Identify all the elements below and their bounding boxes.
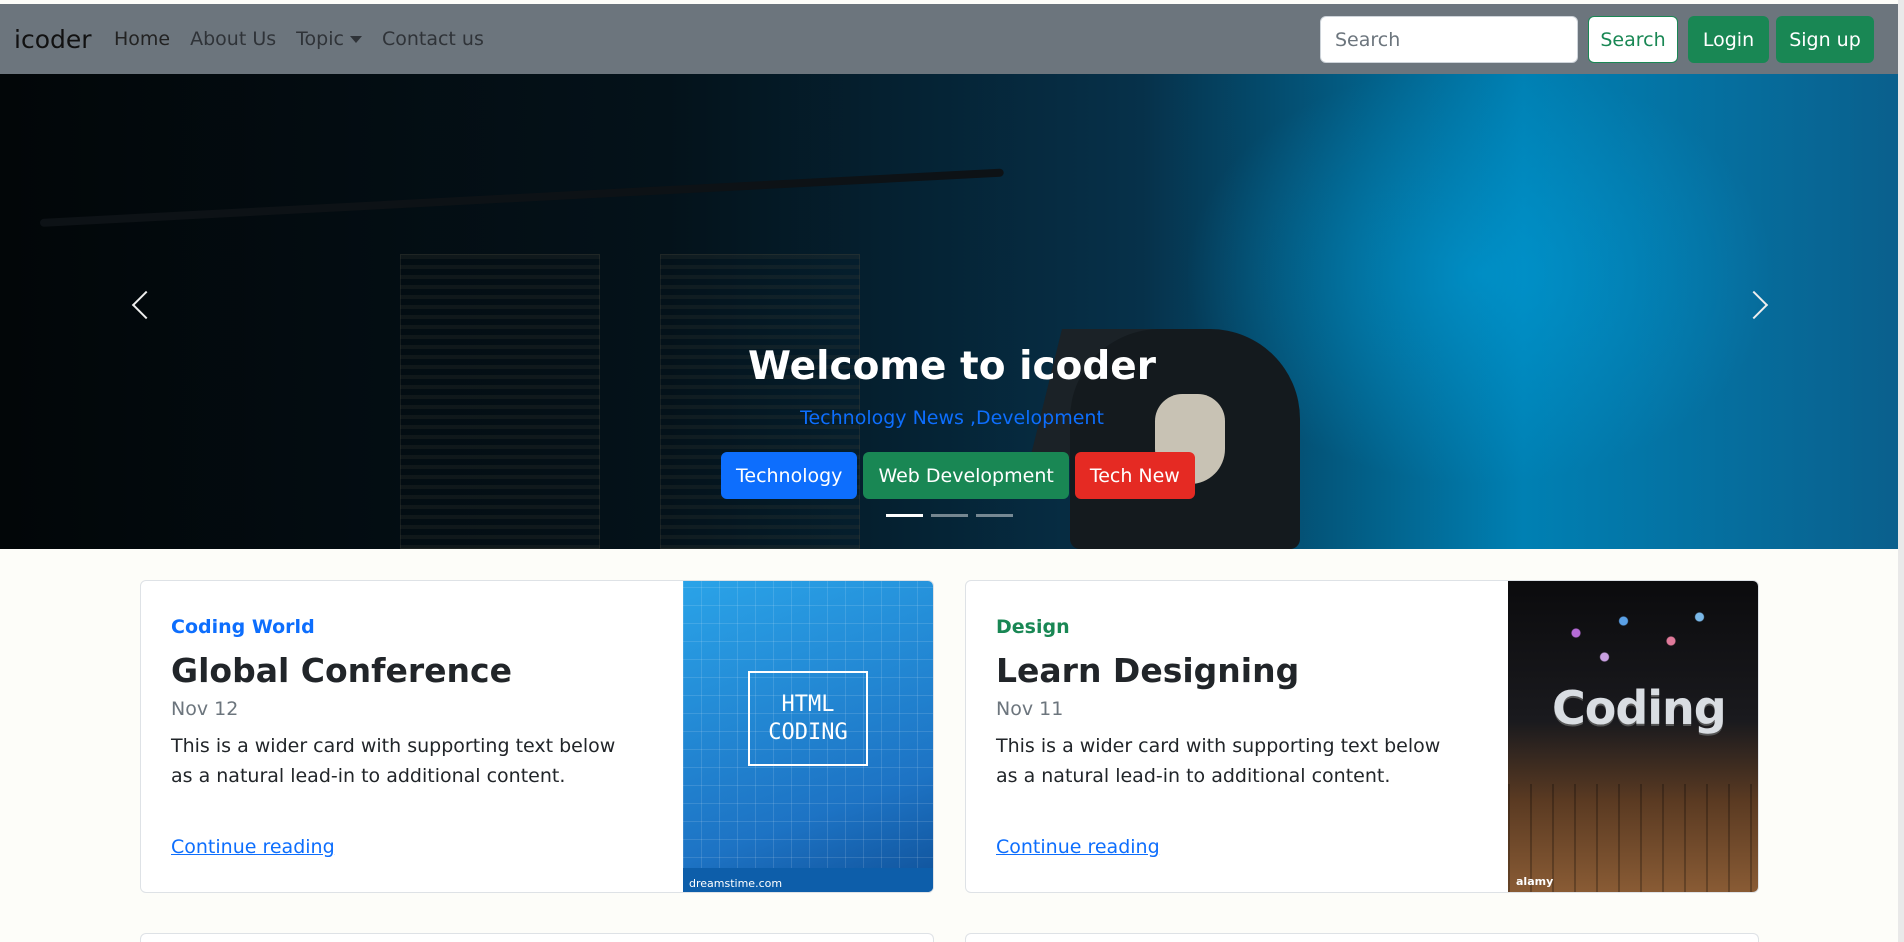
nav-topic-dropdown[interactable]: Topic xyxy=(296,28,362,50)
caret-down-icon xyxy=(349,36,362,43)
next-card-row xyxy=(140,933,934,942)
card-image-coding: Coding alamy xyxy=(1508,581,1758,892)
blog-card: Design Learn Designing Nov 11 This is a … xyxy=(965,580,1759,893)
technology-button[interactable]: Technology xyxy=(721,452,858,499)
continue-reading-link[interactable]: Continue reading xyxy=(171,836,335,858)
card-date: Nov 12 xyxy=(171,698,239,720)
next-card-row xyxy=(965,933,1759,942)
nav-about[interactable]: About Us xyxy=(190,28,276,50)
card-image-html-coding: HTML CODING dreamstime.com xyxy=(683,581,933,892)
card-category: Coding World xyxy=(171,616,315,638)
continue-reading-link[interactable]: Continue reading xyxy=(996,836,1160,858)
brand-logo[interactable]: icoder xyxy=(14,25,92,54)
background-window-blind xyxy=(400,254,600,549)
hero-buttons: Technology Web Development Tech New xyxy=(721,452,1195,499)
nav-topic-label: Topic xyxy=(296,28,344,50)
nav-links: Home About Us Topic Contact us xyxy=(114,28,504,50)
search-input[interactable] xyxy=(1320,16,1578,63)
card-title: Learn Designing xyxy=(996,651,1300,690)
image-title: Coding xyxy=(1552,681,1727,735)
hero-subtitle: Technology News ,Development xyxy=(800,407,1104,429)
navbar: icoder Home About Us Topic Contact us Se… xyxy=(0,4,1904,74)
background-window-blind xyxy=(660,254,860,549)
nav-contact[interactable]: Contact us xyxy=(382,28,484,50)
card-date: Nov 11 xyxy=(996,698,1064,720)
image-credit: dreamstime.com xyxy=(689,877,783,890)
image-icon-cloud xyxy=(1538,601,1728,681)
tech-new-button[interactable]: Tech New xyxy=(1074,452,1195,499)
login-button[interactable]: Login xyxy=(1688,16,1769,63)
card-category: Design xyxy=(996,616,1070,638)
image-title: HTML CODING xyxy=(748,671,868,766)
carousel-indicator[interactable] xyxy=(931,514,968,517)
signup-button[interactable]: Sign up xyxy=(1776,16,1874,63)
hero-title: Welcome to icoder xyxy=(748,344,1156,389)
blog-card: Coding World Global Conference Nov 12 Th… xyxy=(140,580,934,893)
image-credit: alamy xyxy=(1516,875,1554,888)
card-text: This is a wider card with supporting tex… xyxy=(996,735,1441,787)
card-title: Global Conference xyxy=(171,651,512,690)
web-development-button[interactable]: Web Development xyxy=(863,452,1069,499)
search-button[interactable]: Search xyxy=(1588,16,1678,63)
nav-home[interactable]: Home xyxy=(114,28,170,50)
card-text: This is a wider card with supporting tex… xyxy=(171,735,616,787)
carousel-indicator[interactable] xyxy=(886,514,923,517)
scrollbar[interactable] xyxy=(1898,0,1904,942)
background-curtain-rod xyxy=(39,168,1004,227)
carousel-indicators xyxy=(886,514,1013,517)
carousel-indicator[interactable] xyxy=(976,514,1013,517)
